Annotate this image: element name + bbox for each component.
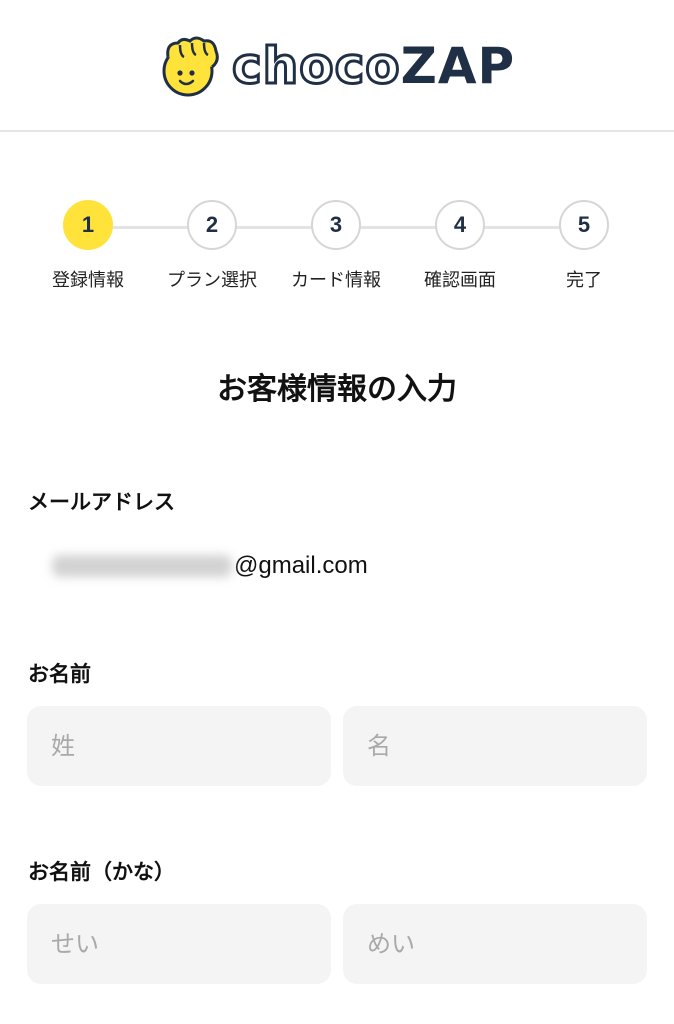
step-number-badge: 4 xyxy=(435,200,485,250)
first-name-kana-input[interactable]: めい xyxy=(343,904,647,984)
email-value: @gmail.com xyxy=(52,552,368,580)
first-name-input[interactable]: 名 xyxy=(343,706,647,786)
step-confirm: 4 確認画面 xyxy=(390,200,530,292)
step-label: 完了 xyxy=(566,270,602,291)
step-label: プラン選択 xyxy=(167,270,257,291)
last-name-kana-input[interactable]: せい xyxy=(27,904,331,984)
email-redacted-blur xyxy=(52,555,232,577)
brand-name: chocoZAP xyxy=(231,35,516,97)
email-label: メールアドレス xyxy=(28,490,175,514)
progress-stepper: 1 登録情報 2 プラン選択 3 カード情報 4 確認画面 5 完了 xyxy=(0,200,674,300)
step-number-badge: 1 xyxy=(63,200,113,250)
step-label: カード情報 xyxy=(291,270,381,291)
step-number-badge: 2 xyxy=(187,200,237,250)
brand-name-choco: choco xyxy=(231,36,402,97)
brand-logo[interactable]: chocoZAP xyxy=(158,34,515,98)
step-card-info: 3 カード情報 xyxy=(266,200,406,292)
app-header: chocoZAP xyxy=(0,0,674,132)
step-label: 登録情報 xyxy=(52,270,124,291)
email-domain: @gmail.com xyxy=(234,552,368,579)
page-title: お客様情報の入力 xyxy=(217,372,457,407)
step-plan-select: 2 プラン選択 xyxy=(142,200,282,292)
name-label: お名前 xyxy=(28,662,91,686)
step-number-badge: 3 xyxy=(311,200,361,250)
step-label: 確認画面 xyxy=(424,270,496,291)
fist-bump-mascot-icon xyxy=(158,35,224,97)
last-name-input[interactable]: 姓 xyxy=(27,706,331,786)
brand-name-zap: ZAP xyxy=(400,37,516,95)
step-number-badge: 5 xyxy=(559,200,609,250)
step-registration: 1 登録情報 xyxy=(18,200,158,292)
name-kana-label: お名前（かな） xyxy=(28,860,175,884)
step-complete: 5 完了 xyxy=(514,200,654,292)
